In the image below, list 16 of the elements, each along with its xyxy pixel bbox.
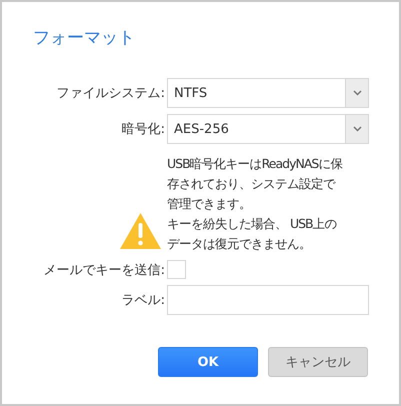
- cancel-button[interactable]: キャンセル: [268, 347, 368, 377]
- field-label: ラベル:: [122, 292, 165, 309]
- select-field[interactable]: AES-256: [167, 114, 369, 144]
- field-label: メールでキーを送信:: [44, 262, 165, 278]
- field-label: ファイルシステム:: [56, 85, 165, 102]
- label-input[interactable]: [167, 285, 369, 315]
- select-field[interactable]: NTFS: [167, 78, 369, 108]
- warning-icon: [119, 212, 162, 250]
- dialog-title: フォーマット: [33, 27, 135, 50]
- ok-button[interactable]: OK: [158, 347, 258, 377]
- chevron-down-icon: [352, 90, 362, 96]
- warning-text: USB暗号化キーはReadyNASに保存されており、システム設定で管理できます。: [167, 155, 344, 213]
- chevron-down-icon: [352, 126, 362, 132]
- field-label: 暗号化:: [122, 121, 165, 138]
- warning-text: キーを紛失した場合、 USB上のデータは復元できません。: [167, 215, 338, 253]
- checkbox[interactable]: [167, 260, 186, 279]
